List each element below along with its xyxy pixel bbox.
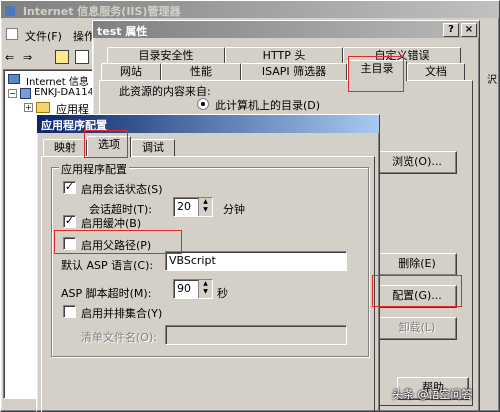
radio-local-dir-label: 此计算机上的目录(D) — [215, 99, 321, 112]
iis-title-bar[interactable]: Internet 信息服务(IIS)管理器 — [1, 1, 499, 18]
asp-timeout-label: ASP 脚本超时(M): — [61, 287, 152, 300]
enable-parent-paths-checkbox[interactable] — [63, 237, 76, 250]
app-config-title: 应用程序配置 — [41, 119, 107, 132]
tab-debugging[interactable]: 调试 — [131, 139, 175, 157]
watermark: 头条 @悟空问答 — [392, 386, 473, 402]
help-button[interactable]: ? — [443, 23, 459, 37]
forward-icon[interactable]: ⇒ — [23, 51, 32, 64]
right-edge-text: 沢 — [487, 75, 497, 86]
unload-button[interactable]: 卸载(L) — [377, 317, 457, 340]
view-icon[interactable] — [75, 50, 89, 64]
tab-performance[interactable]: 性能 — [161, 63, 241, 81]
remove-button[interactable]: 删除(E) — [377, 253, 457, 276]
up-folder-icon[interactable] — [55, 50, 69, 64]
content-from-label: 此资源的内容来自: — [119, 85, 211, 98]
manifest-input[interactable] — [165, 325, 347, 345]
tree-root[interactable]: Internet 信息 — [26, 73, 89, 88]
watermark-text: 头条 @悟空问答 — [392, 388, 473, 401]
tab-isapi-filters[interactable]: ISAPI 筛选器 — [241, 63, 347, 81]
enable-buffer-checkbox[interactable]: ✓ — [63, 215, 76, 228]
iis-title: Internet 信息服务(IIS)管理器 — [22, 5, 181, 18]
default-lang-label: 默认 ASP 语言(C): — [61, 259, 154, 272]
iis-toolbar: ⇐ ⇒ — [1, 48, 96, 68]
file-icon — [6, 28, 18, 40]
session-timeout-spinner[interactable]: ▲ ▼ — [198, 198, 212, 216]
tab-mappings[interactable]: 映射 — [43, 139, 87, 157]
expand-icon[interactable]: + — [24, 103, 33, 112]
iis-menu-bar: 文件(F) 操作 — [1, 25, 96, 45]
default-lang-input[interactable]: VBScript — [165, 251, 347, 271]
enable-side-by-side-checkbox[interactable] — [63, 305, 76, 318]
manifest-label: 清单文件名(O): — [81, 331, 157, 344]
menu-file[interactable]: 文件(F) — [25, 28, 62, 44]
tab-options[interactable]: 选项 — [87, 136, 131, 157]
props-title: test 属性 — [97, 25, 148, 38]
enable-side-by-side-label: 启用并排集合(Y) — [81, 307, 163, 320]
enable-session-checkbox[interactable]: ✓ — [63, 181, 76, 194]
app-config-title-bar[interactable]: 应用程序配置 — [37, 115, 379, 133]
seconds-label: 秒 — [217, 287, 228, 300]
app-config-group-title: 应用程序配置 — [59, 161, 129, 177]
close-button[interactable]: × — [461, 23, 477, 37]
props-title-bar[interactable]: test 属性 ? × — [93, 21, 479, 38]
back-icon[interactable]: ⇐ — [5, 51, 14, 64]
configure-button[interactable]: 配置(G)... — [377, 285, 457, 308]
enable-buffer-label: 启用缓冲(B) — [81, 217, 142, 230]
asp-timeout-spinner[interactable]: ▲ ▼ — [198, 280, 212, 298]
enable-session-label: 启用会话状态(S) — [81, 183, 163, 196]
tab-home-directory[interactable]: 主目录 — [347, 60, 407, 81]
minutes-label: 分钟 — [223, 203, 245, 216]
computer-icon — [8, 74, 20, 84]
tab-website[interactable]: 网站 — [101, 63, 161, 81]
app-config-dialog: 应用程序配置 映射 选项 调试 应用程序配置 ✓ 启用会话状态(S) 会话超时(… — [36, 114, 380, 412]
radio-local-dir[interactable] — [197, 98, 209, 110]
tab-documents[interactable]: 文档 — [407, 63, 465, 81]
iis-app-icon — [5, 6, 15, 16]
browse-button[interactable]: 浏览(O)... — [377, 151, 457, 174]
folder-icon — [36, 102, 50, 113]
expand-icon[interactable]: − — [8, 89, 17, 98]
enable-parent-paths-label: 启用父路径(P) — [81, 239, 152, 252]
server-icon — [20, 88, 31, 99]
tree-server[interactable]: ENKJ-DA114 — [34, 87, 94, 98]
